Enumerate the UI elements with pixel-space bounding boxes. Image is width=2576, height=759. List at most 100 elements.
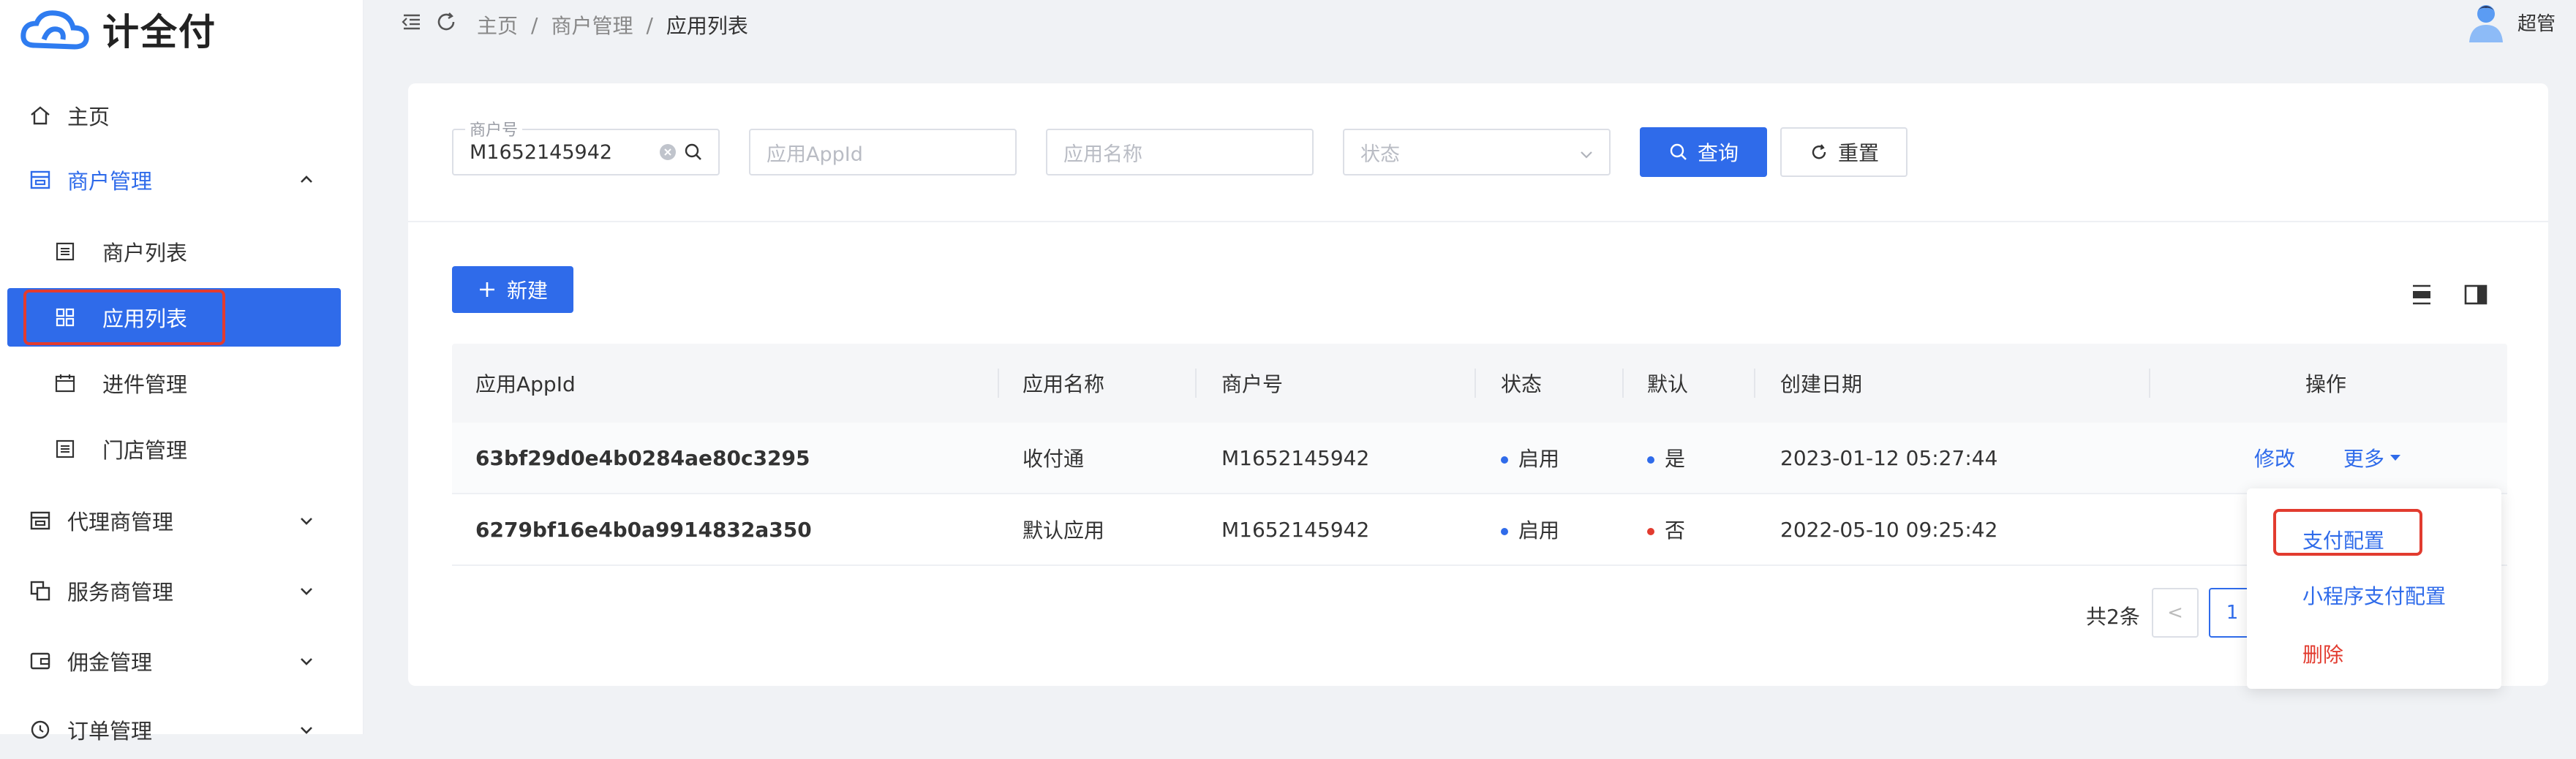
app-name-field[interactable]: 应用名称: [1046, 129, 1314, 175]
default-text: 是: [1665, 447, 1686, 471]
clock-icon: [28, 717, 53, 742]
brand-logo[interactable]: 计全付: [19, 6, 216, 53]
breadcrumb-home[interactable]: 主页: [477, 10, 518, 39]
merchant-no-label: 商户号: [465, 117, 523, 140]
col-divider: [1195, 369, 1197, 398]
reset-button[interactable]: 重置: [1780, 127, 1907, 177]
col-divider: [1622, 369, 1624, 398]
sidebar-item-label: 订单管理: [67, 719, 153, 744]
col-divider: [1475, 369, 1476, 398]
breadcrumb-separator: /: [531, 12, 538, 37]
cell-app-name: 默认应用: [1023, 518, 1105, 543]
sidebar-item-label: 商户列表: [102, 241, 188, 265]
sidebar-item-home[interactable]: 主页: [0, 86, 344, 145]
sidebar-item-merchant-management[interactable]: 商户管理: [0, 151, 344, 209]
sidebar-item-commission[interactable]: 佣金管理: [0, 632, 344, 690]
shop-icon: [28, 508, 53, 533]
sidebar-item-service-provider[interactable]: 服务商管理: [0, 562, 344, 620]
cell-appid: 63bf29d0e4b0284ae80c3295: [475, 445, 810, 470]
table-row[interactable]: 63bf29d0e4b0284ae80c3295 收付通 M1652145942…: [452, 423, 2507, 494]
search-button[interactable]: 查询: [1640, 127, 1767, 177]
shop-icon: [28, 167, 53, 192]
sidebar-item-label: 进件管理: [102, 372, 188, 397]
new-button-label: 新建: [506, 279, 548, 303]
status-dot: [1501, 528, 1508, 535]
status-text: 启用: [1518, 518, 1560, 543]
status-text: 启用: [1518, 447, 1560, 471]
col-divider: [998, 369, 999, 398]
breadcrumb-separator: /: [646, 12, 653, 37]
col-default: 默认: [1647, 372, 1689, 396]
calendar-icon: [53, 371, 78, 396]
cell-appid: 6279bf16e4b0a9914832a350: [475, 517, 812, 542]
density-icon[interactable]: [2408, 281, 2436, 309]
caret-down-icon: [2390, 455, 2401, 461]
sidebar-item-label: 佣金管理: [67, 650, 153, 675]
sidebar-item-label: 门店管理: [102, 438, 188, 463]
refresh-icon[interactable]: [434, 10, 458, 34]
sidebar-item-orders[interactable]: 订单管理: [0, 701, 344, 759]
column-settings-icon[interactable]: [2462, 281, 2490, 309]
search-icon: [1670, 143, 1687, 160]
sidebar: 计全付 主页 商户管理 商户列表 应用列表 进件管理 门店管理 代理商管理 服务…: [0, 0, 364, 744]
menu-item-delete[interactable]: 删除: [2302, 639, 2343, 668]
cloud-logo-icon: [20, 10, 89, 50]
more-dropdown-trigger[interactable]: 更多: [2343, 443, 2402, 472]
main-card: 商户号 M1652145942 应用AppId 应用名称 状态 查询 重置 新建…: [408, 83, 2548, 686]
default-dot: [1647, 528, 1654, 535]
col-divider: [2149, 369, 2150, 398]
col-app-name: 应用名称: [1023, 372, 1105, 396]
brand-name: 计全付: [102, 11, 216, 53]
user-menu[interactable]: 超管: [2468, 1, 2556, 42]
avatar: [2468, 5, 2503, 42]
sidebar-item-label: 主页: [67, 105, 110, 129]
default-dot: [1647, 456, 1654, 464]
cell-app-name: 收付通: [1023, 447, 1085, 471]
default-text: 否: [1665, 518, 1686, 543]
search-icon[interactable]: [683, 142, 704, 162]
sidebar-item-label: 服务商管理: [67, 580, 174, 605]
list-icon: [53, 239, 78, 264]
reset-button-label: 重置: [1837, 141, 1879, 165]
table-row[interactable]: 6279bf16e4b0a9914832a350 默认应用 M165214594…: [452, 494, 2507, 566]
sidebar-item-onboarding[interactable]: 进件管理: [0, 354, 344, 412]
chevron-down-icon: [301, 588, 312, 595]
clear-icon[interactable]: [660, 144, 676, 160]
table-header: 应用AppId 应用名称 商户号 状态 默认 创建日期 操作: [452, 344, 2507, 423]
breadcrumb-current: 应用列表: [666, 14, 748, 38]
cell-created: 2022-05-10 09:25:42: [1780, 517, 1998, 542]
sidebar-item-store[interactable]: 门店管理: [0, 420, 344, 478]
prev-page-button[interactable]: <: [2152, 588, 2199, 638]
more-label: 更多: [2343, 447, 2385, 471]
sidebar-item-agent[interactable]: 代理商管理: [0, 491, 344, 550]
col-merchant: 商户号: [1221, 372, 1284, 396]
new-button[interactable]: 新建: [452, 266, 573, 313]
breadcrumb-merchant-management[interactable]: 商户管理: [551, 10, 633, 39]
edit-link[interactable]: 修改: [2254, 443, 2295, 472]
cell-created: 2023-01-12 05:27:44: [1780, 445, 1998, 470]
search-button-label: 查询: [1697, 141, 1739, 165]
page-number: 1: [2226, 602, 2239, 624]
appid-placeholder: 应用AppId: [767, 143, 863, 166]
status-dot: [1501, 456, 1508, 464]
cell-status: 启用: [1501, 443, 1559, 472]
status-select[interactable]: 状态: [1343, 129, 1611, 175]
pagination-total: 共2条: [2086, 605, 2140, 629]
menu-item-miniprogram-payment-config[interactable]: 小程序支付配置: [2302, 581, 2446, 610]
wallet-icon: [28, 649, 53, 673]
chevron-down-icon: [1581, 151, 1592, 159]
merchant-no-field[interactable]: 商户号 M1652145942: [452, 117, 720, 175]
cell-status: 启用: [1501, 515, 1559, 544]
col-created: 创建日期: [1780, 372, 1863, 396]
refresh-icon: [1812, 144, 1826, 159]
app-table: 应用AppId 应用名称 商户号 状态 默认 创建日期 操作 63bf29d0e…: [452, 344, 2507, 566]
list-icon: [53, 437, 78, 461]
chevron-down-icon: [301, 518, 312, 525]
divider: [408, 221, 2548, 222]
home-icon: [28, 103, 53, 128]
collapse-menu-icon[interactable]: [399, 10, 423, 34]
appid-field[interactable]: 应用AppId: [749, 129, 1017, 175]
col-appid: 应用AppId: [475, 372, 576, 396]
col-actions: 操作: [2305, 372, 2347, 396]
sidebar-item-merchant-list[interactable]: 商户列表: [0, 222, 344, 281]
